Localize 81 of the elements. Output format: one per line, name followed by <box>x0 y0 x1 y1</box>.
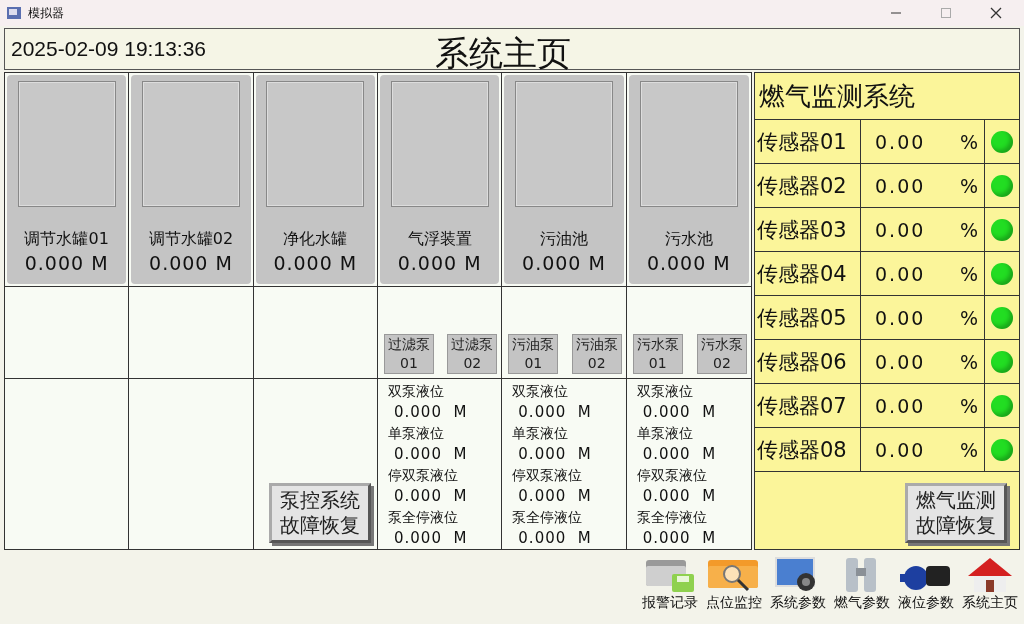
datetime: 2025-02-09 19:13:36 <box>10 37 206 61</box>
nav-button[interactable]: 系统主页 <box>960 554 1020 618</box>
level-value: 0.000 M <box>641 528 718 549</box>
sensor-value: 0.00 <box>875 262 926 285</box>
sensor-unit: % <box>959 218 980 241</box>
sensor-unit: % <box>959 306 980 329</box>
sensor-name: 传感器08 <box>755 428 861 471</box>
level-label: 停双泵液位 <box>636 466 708 485</box>
level-value: 0.000 M <box>393 486 469 507</box>
sensor-value: 0.00 <box>875 130 926 153</box>
sensor-value: 0.00 <box>875 350 926 373</box>
pump-button[interactable]: 污水泵 01 <box>632 334 683 374</box>
level-label: 泵全停液位 <box>388 508 459 527</box>
level-value: 0.000 M <box>517 486 593 507</box>
tank-level: 0.000 M <box>273 252 358 274</box>
close-icon[interactable] <box>990 7 1002 19</box>
level-value: 0.000 M <box>517 528 593 549</box>
level-label: 泵全停液位 <box>512 508 584 527</box>
tank-name: 调节水罐01 <box>24 229 109 250</box>
level-label: 泵全停液位 <box>636 508 708 527</box>
level-value: 0.000 M <box>393 444 469 465</box>
pump-button[interactable]: 污油泵 02 <box>571 334 622 374</box>
maximize-icon[interactable] <box>940 7 952 19</box>
app-icon <box>6 6 22 20</box>
tank-name: 气浮装置 <box>407 229 472 250</box>
level-label: 单泵液位 <box>512 424 570 443</box>
level-label: 双泵液位 <box>512 382 570 401</box>
sensor-value: 0.00 <box>875 218 926 241</box>
sensor-name: 传感器06 <box>755 340 861 383</box>
pump-button[interactable]: 污水泵 02 <box>697 334 747 374</box>
sensor-unit: % <box>959 130 980 153</box>
sensor-name: 传感器03 <box>755 208 861 251</box>
gas-panel-title: 燃气监测系统 <box>755 73 1019 120</box>
level-label: 双泵液位 <box>636 382 694 401</box>
nav-button[interactable]: 报警记录 <box>640 554 700 618</box>
tank-level: 0.000 M <box>646 252 731 274</box>
level-value: 0.000 M <box>641 444 718 465</box>
level-label: 单泵液位 <box>388 424 445 443</box>
level-value: 0.000 M <box>641 486 718 507</box>
level-label: 双泵液位 <box>388 382 445 401</box>
tank-level: 0.000 M <box>397 252 482 274</box>
sensor-value: 0.00 <box>875 438 926 461</box>
nav-button[interactable]: 液位参数 <box>896 554 956 618</box>
nav-button[interactable]: 燃气参数 <box>832 554 892 618</box>
tank-level: 0.000 M <box>24 252 109 274</box>
tank-level: 0.000 M <box>149 252 233 274</box>
sensor-unit: % <box>959 438 980 461</box>
level-value: 0.000 M <box>393 528 469 549</box>
sensor-unit: % <box>959 262 980 285</box>
sensor-name: 传感器01 <box>755 120 861 163</box>
sensor-unit: % <box>959 350 980 373</box>
nav-button[interactable]: 点位监控 <box>704 554 764 618</box>
sensor-value: 0.00 <box>875 306 926 329</box>
pump-fault-reset-button[interactable]: 泵控系统 故障恢复 <box>269 483 371 543</box>
tank-name: 污油池 <box>540 229 588 250</box>
level-value: 0.000 M <box>393 402 469 423</box>
level-value: 0.000 M <box>517 444 593 465</box>
sensor-value: 0.00 <box>875 394 926 417</box>
nav-button[interactable]: 系统参数 <box>768 554 828 618</box>
tank-name: 调节水罐02 <box>148 229 234 250</box>
tank-level: 0.000 M <box>522 252 606 274</box>
page-title: 系统主页 <box>435 33 571 73</box>
tank-name: 净化水罐 <box>283 229 348 250</box>
level-label: 单泵液位 <box>636 424 694 443</box>
pump-button[interactable]: 过滤泵 01 <box>384 334 434 374</box>
sensor-unit: % <box>959 394 980 417</box>
gas-fault-reset-button[interactable]: 燃气监测 故障恢复 <box>905 483 1007 543</box>
sensor-name: 传感器05 <box>755 296 861 339</box>
level-value: 0.000 M <box>517 402 593 423</box>
level-value: 0.000 M <box>641 402 718 423</box>
pump-button[interactable]: 过滤泵 02 <box>447 334 498 374</box>
sensor-name: 传感器07 <box>755 384 861 427</box>
tank-name: 污水池 <box>664 229 713 250</box>
level-label: 停双泵液位 <box>512 466 584 485</box>
sensor-name: 传感器04 <box>755 252 861 295</box>
window-title: 模拟器 <box>28 4 64 22</box>
sensor-unit: % <box>959 174 980 197</box>
pump-button[interactable]: 污油泵 01 <box>508 334 559 374</box>
sensor-value: 0.00 <box>875 174 926 197</box>
level-label: 停双泵液位 <box>388 466 459 485</box>
sensor-name: 传感器02 <box>755 164 861 207</box>
